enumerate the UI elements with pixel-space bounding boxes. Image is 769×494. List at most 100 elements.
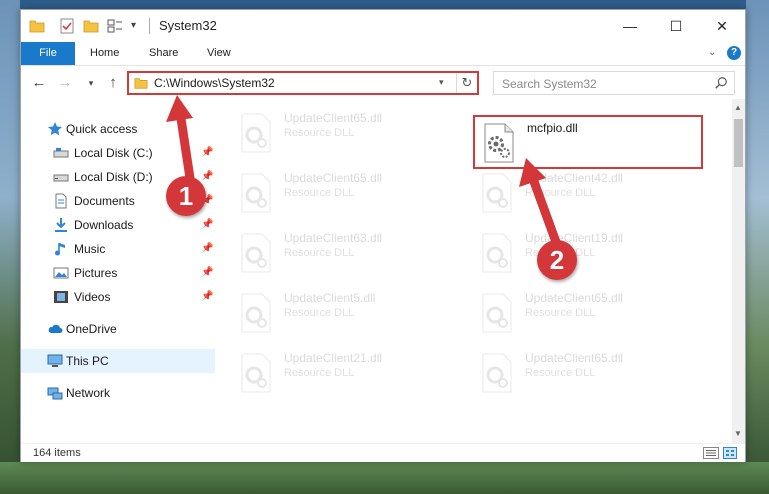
music-icon bbox=[55, 243, 65, 256]
pictures-icon bbox=[53, 267, 69, 279]
tab-file[interactable]: File bbox=[21, 42, 75, 65]
sidebar-item-quick-access[interactable]: Quick access bbox=[21, 117, 215, 141]
recent-locations-button[interactable]: ▾ bbox=[81, 73, 101, 93]
drive-icon bbox=[53, 148, 69, 158]
up-button[interactable]: ↑ bbox=[103, 73, 123, 93]
tab-home[interactable]: Home bbox=[76, 42, 133, 65]
dll-file-icon bbox=[241, 353, 271, 393]
explorer-window: ▾ System32 — ☐ ✕ File Home Share View ⌄ … bbox=[20, 9, 746, 462]
file-type: Resource DLL bbox=[284, 187, 355, 199]
folder-icon bbox=[29, 20, 45, 33]
drive-icon bbox=[53, 174, 69, 182]
tab-view[interactable]: View bbox=[193, 42, 245, 65]
videos-icon bbox=[54, 291, 68, 303]
sidebar-item-label: Music bbox=[74, 242, 106, 256]
file-item[interactable]: UpdateClient65.dll Resource DLL bbox=[473, 285, 703, 339]
dll-file-icon bbox=[484, 123, 514, 163]
file-name: UpdateClient5.dll bbox=[284, 291, 376, 305]
file-type: Resource DLL bbox=[284, 307, 355, 319]
navigation-bar: ← → ▾ ↑ C:\Windows\System32 ▾ ↻ Search S… bbox=[21, 67, 745, 99]
file-item[interactable]: UpdateClient21.dll Resource DLL bbox=[232, 345, 462, 399]
pin-icon[interactable]: 📌 bbox=[201, 267, 213, 279]
sidebar-item-this-pc[interactable]: This PC bbox=[21, 349, 215, 373]
sidebar-item-downloads[interactable]: Downloads 📌 bbox=[21, 213, 215, 237]
sidebar-item-music[interactable]: Music 📌 bbox=[21, 237, 215, 261]
file-item[interactable]: UpdateClient5.dll Resource DLL bbox=[232, 285, 462, 339]
ribbon-tabs: File Home Share View ⌄ ? bbox=[21, 42, 745, 66]
pin-icon[interactable]: 📌 bbox=[201, 147, 213, 159]
step-1-callout: 1 bbox=[166, 176, 206, 216]
sidebar-item-network[interactable]: Network bbox=[21, 381, 215, 405]
file-name: UpdateClient63.dll bbox=[284, 231, 383, 245]
forward-button[interactable]: → bbox=[55, 73, 75, 93]
file-type: Resource DLL bbox=[525, 307, 596, 319]
properties-icon[interactable] bbox=[59, 18, 75, 34]
file-item[interactable]: UpdateClient65.dll Resource DLL bbox=[232, 165, 462, 219]
dll-file-icon bbox=[241, 293, 271, 333]
customize-view-icon[interactable] bbox=[107, 18, 123, 34]
file-name: UpdateClient65.dll bbox=[525, 351, 624, 365]
sidebar-item-label: Quick access bbox=[66, 122, 138, 136]
tab-share[interactable]: Share bbox=[135, 42, 192, 65]
file-type: Resource DLL bbox=[284, 367, 355, 379]
help-icon[interactable]: ? bbox=[727, 46, 741, 60]
star-icon bbox=[48, 122, 62, 136]
close-button[interactable]: ✕ bbox=[699, 10, 745, 42]
quick-access-toolbar-dropdown-icon[interactable]: ▾ bbox=[131, 18, 147, 34]
desktop-background-bottom bbox=[0, 462, 769, 494]
scrollbar-thumb[interactable] bbox=[734, 119, 743, 167]
sidebar-item-videos[interactable]: Videos 📌 bbox=[21, 285, 215, 309]
file-type: Resource DLL bbox=[284, 247, 355, 259]
large-icons-view-icon[interactable] bbox=[723, 447, 737, 459]
sidebar-item-pictures[interactable]: Pictures 📌 bbox=[21, 261, 215, 285]
file-name: UpdateClient65.dll bbox=[525, 291, 624, 305]
details-view-icon[interactable] bbox=[703, 447, 719, 459]
address-dropdown-icon[interactable]: ▾ bbox=[439, 77, 444, 88]
maximize-button[interactable]: ☐ bbox=[653, 10, 699, 42]
file-type: Resource DLL bbox=[525, 367, 596, 379]
pin-icon[interactable]: 📌 bbox=[201, 171, 213, 183]
file-item-mcfpio[interactable]: mcfpio.dll bbox=[473, 115, 703, 169]
refresh-button[interactable]: ↻ bbox=[456, 73, 477, 93]
new-folder-icon[interactable] bbox=[83, 18, 99, 34]
window-title: System32 bbox=[159, 18, 217, 33]
search-input[interactable]: Search System32 bbox=[502, 77, 597, 91]
address-path[interactable]: C:\Windows\System32 bbox=[154, 76, 275, 90]
sidebar-item-label: Documents bbox=[74, 194, 135, 208]
file-name: UpdateClient65.dll bbox=[284, 171, 383, 185]
file-name: UpdateClient42.dll bbox=[525, 171, 624, 185]
address-bar[interactable]: C:\Windows\System32 ▾ ↻ bbox=[127, 71, 479, 95]
sidebar-item-label: Downloads bbox=[74, 218, 134, 232]
scroll-down-icon[interactable]: ▼ bbox=[734, 429, 742, 438]
file-name: mcfpio.dll bbox=[527, 121, 578, 135]
pin-icon[interactable]: 📌 bbox=[201, 243, 213, 255]
dll-file-icon bbox=[241, 113, 271, 153]
search-icon[interactable] bbox=[714, 76, 728, 90]
sidebar-item-local-disk-c[interactable]: Local Disk (C:) 📌 bbox=[21, 141, 215, 165]
vertical-scrollbar[interactable]: ▲ ▼ bbox=[732, 99, 745, 443]
expand-ribbon-icon[interactable]: ⌄ bbox=[708, 47, 716, 58]
file-list: UpdateClient65.dll Resource DLL UpdateCl… bbox=[216, 99, 732, 443]
title-separator bbox=[149, 18, 150, 34]
back-button[interactable]: ← bbox=[29, 73, 49, 93]
file-type: Resource DLL bbox=[525, 187, 596, 199]
step-2-callout: 2 bbox=[537, 240, 577, 280]
sidebar-item-label: This PC bbox=[66, 354, 109, 368]
file-type: Resource DLL bbox=[284, 127, 355, 139]
dll-file-icon bbox=[482, 233, 512, 273]
sidebar-item-label: Pictures bbox=[74, 266, 118, 280]
file-item[interactable]: UpdateClient63.dll Resource DLL bbox=[232, 225, 462, 279]
search-box[interactable]: Search System32 bbox=[493, 71, 735, 95]
sidebar-item-label: Videos bbox=[74, 290, 111, 304]
item-count: 164 items bbox=[33, 447, 81, 459]
sidebar-item-onedrive[interactable]: OneDrive bbox=[21, 317, 215, 341]
file-item[interactable]: UpdateClient19.dll Resource DLL bbox=[473, 225, 703, 279]
minimize-button[interactable]: — bbox=[607, 10, 653, 42]
pin-icon[interactable]: 📌 bbox=[201, 291, 213, 303]
desktop-background-right bbox=[746, 0, 769, 494]
pin-icon[interactable]: 📌 bbox=[201, 219, 213, 231]
scroll-up-icon[interactable]: ▲ bbox=[734, 103, 742, 112]
file-item[interactable]: UpdateClient65.dll Resource DLL bbox=[473, 345, 703, 399]
file-item[interactable]: UpdateClient42.dll Resource DLL bbox=[473, 165, 703, 219]
file-item[interactable]: UpdateClient65.dll Resource DLL bbox=[232, 105, 462, 159]
